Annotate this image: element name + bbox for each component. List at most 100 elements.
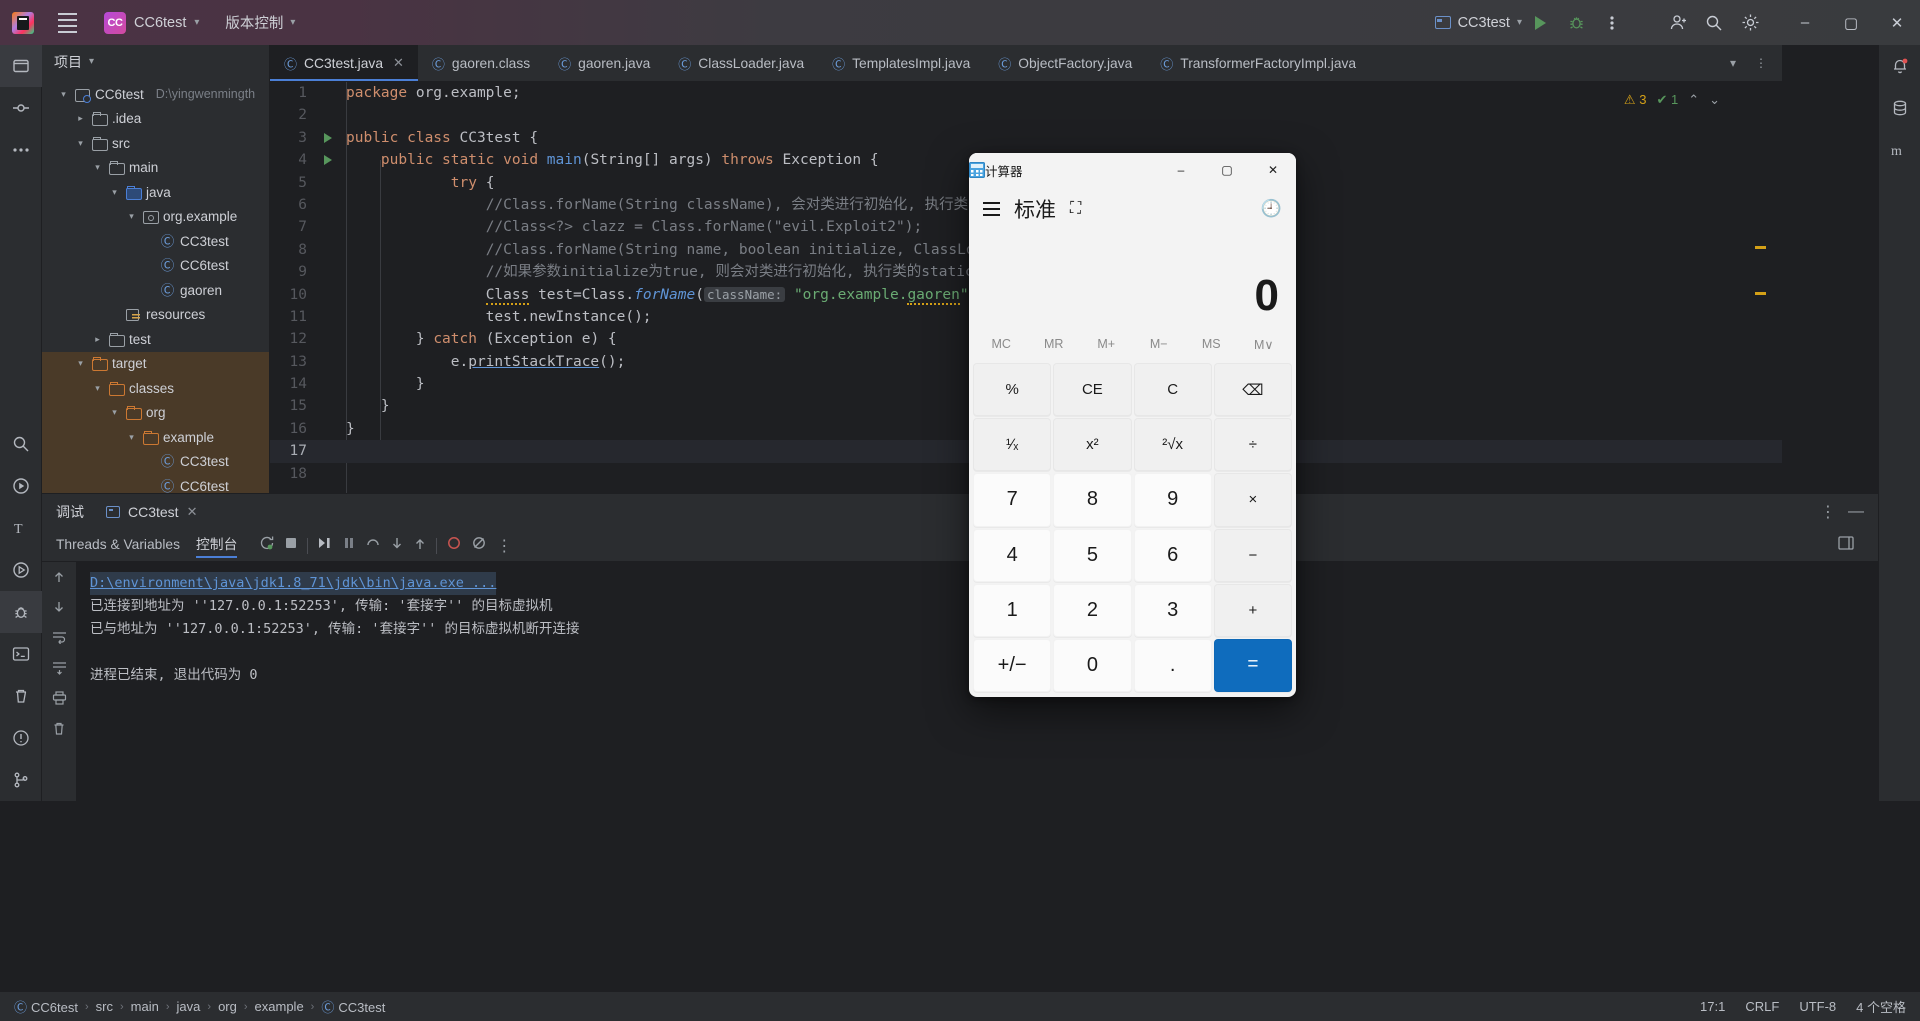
run-button[interactable] <box>1522 6 1558 40</box>
calculator-maximize-button[interactable]: ▢ <box>1204 153 1250 187</box>
tree-node-cc3test[interactable]: Ⓒ CC3test <box>42 229 269 254</box>
vcs-menu[interactable]: 版本控制 ▾ <box>225 12 295 33</box>
calc-button-x[interactable]: ²√x <box>1133 418 1212 472</box>
step-over-icon[interactable] <box>365 536 381 555</box>
chevron-down-icon[interactable]: ▾ <box>91 383 104 394</box>
file-encoding[interactable]: UTF-8 <box>1799 999 1836 1014</box>
calculator-close-button[interactable]: ✕ <box>1250 153 1296 187</box>
calc-button-0[interactable]: 0 <box>1053 638 1132 692</box>
calc-button-[interactable]: − <box>1213 528 1292 582</box>
gear-icon[interactable] <box>1732 6 1768 40</box>
tree-node-test[interactable]: ▸ test <box>42 327 269 352</box>
window-minimize-button[interactable]: – <box>1782 0 1828 45</box>
chevron-down-icon[interactable]: ▾ <box>125 211 138 222</box>
calc-button-[interactable]: % <box>973 363 1052 417</box>
tree-node-cc6test[interactable]: Ⓒ CC6test <box>42 254 269 279</box>
chevron-right-icon[interactable]: ▸ <box>74 113 87 124</box>
tool-window-find[interactable] <box>0 423 42 465</box>
calc-button-[interactable]: . <box>1133 638 1212 692</box>
calc-button-c[interactable]: C <box>1133 363 1212 417</box>
tree-node-cc6test[interactable]: ▾ CC6test D:\yingwenmingth <box>42 82 269 107</box>
step-into-icon[interactable] <box>390 536 404 556</box>
calculator-minimize-button[interactable]: – <box>1158 153 1204 187</box>
memory-button-m[interactable]: M+ <box>1080 337 1133 351</box>
tree-node-org[interactable]: ▾ org <box>42 400 269 425</box>
editor-tab-templatesimpl-java[interactable]: Ⓒ TemplatesImpl.java <box>818 45 984 81</box>
tool-window-commit[interactable] <box>0 87 42 129</box>
chevron-down-icon[interactable]: ▾ <box>91 162 104 173</box>
calc-button-6[interactable]: 6 <box>1133 528 1212 582</box>
breadcrumb-item[interactable]: main <box>131 999 159 1014</box>
debug-subtab-threads---variables[interactable]: Threads & Variables <box>56 537 180 555</box>
history-icon[interactable]: 🕘 <box>1261 199 1282 219</box>
tool-window-problems[interactable] <box>0 717 42 759</box>
project-panel-header[interactable]: 项目 ▾ <box>42 45 269 78</box>
calc-button-2[interactable]: 2 <box>1053 583 1132 637</box>
tool-window-structure[interactable]: T <box>0 507 42 549</box>
more-options-icon[interactable] <box>1594 6 1630 40</box>
tool-window-more[interactable] <box>0 129 42 171</box>
clear-console-icon[interactable] <box>52 721 66 741</box>
editor-tab-objectfactory-java[interactable]: Ⓒ ObjectFactory.java <box>984 45 1146 81</box>
calc-button-[interactable]: +/− <box>973 638 1052 692</box>
tool-window-terminal[interactable] <box>0 633 42 675</box>
chevron-right-icon[interactable]: ▸ <box>91 334 104 345</box>
next-problem-icon[interactable]: ⌄ <box>1709 92 1720 108</box>
editor-tab-transformerfactoryimpl-java[interactable]: Ⓒ TransformerFactoryImpl.java <box>1146 45 1370 81</box>
calc-button-[interactable]: ÷ <box>1213 418 1292 472</box>
tree-node-cc3test[interactable]: Ⓒ CC3test <box>42 449 269 474</box>
chevron-down-icon[interactable]: ▾ <box>74 358 87 369</box>
editor-tab-classloader-java[interactable]: Ⓒ ClassLoader.java <box>664 45 818 81</box>
database-icon[interactable] <box>1879 87 1920 129</box>
tree-node-gaoren[interactable]: Ⓒgaoren <box>42 278 269 303</box>
line-separator[interactable]: CRLF <box>1745 999 1779 1014</box>
calc-button-[interactable]: ¹∕ₓ <box>973 418 1052 472</box>
memory-button-ms[interactable]: MS <box>1185 337 1238 351</box>
debug-more-icon[interactable]: ⋮ <box>496 536 512 556</box>
editor-tab-cc3test-java[interactable]: Ⓒ CC3test.java ✕ <box>270 45 418 81</box>
calc-button-4[interactable]: 4 <box>973 528 1052 582</box>
chevron-down-icon[interactable]: ▾ <box>125 432 138 443</box>
memory-button-mc[interactable]: MC <box>975 337 1028 351</box>
account-icon[interactable] <box>1660 6 1696 40</box>
tree-node-example[interactable]: ▾ example <box>42 425 269 450</box>
breadcrumb-item[interactable]: Ⓒ CC6test <box>14 997 78 1016</box>
rerun-icon[interactable] <box>259 535 275 556</box>
tree-node-target[interactable]: ▾ target <box>42 351 269 376</box>
tool-window-trash[interactable] <box>0 675 42 717</box>
prev-problem-icon[interactable]: ⌃ <box>1688 92 1699 108</box>
calc-button-9[interactable]: 9 <box>1133 473 1212 527</box>
memory-button-m[interactable]: M− <box>1133 337 1186 351</box>
breadcrumb-item[interactable]: example <box>255 999 304 1014</box>
gutter-marker[interactable] <box>316 149 340 171</box>
breadcrumb-item[interactable]: java <box>177 999 201 1014</box>
window-maximize-button[interactable]: ▢ <box>1828 0 1874 45</box>
editor-more-icon[interactable]: ⋮ <box>1748 50 1774 76</box>
breadcrumb-item[interactable]: Ⓒ CC3test <box>321 997 385 1016</box>
tool-window-project[interactable] <box>0 45 42 87</box>
notifications-icon[interactable] <box>1879 45 1920 87</box>
calc-button-[interactable]: + <box>1213 583 1292 637</box>
chevron-down-icon[interactable]: ▾ <box>57 89 70 100</box>
window-close-button[interactable]: ✕ <box>1874 0 1920 45</box>
project-selector[interactable]: CC CC6test ▾ <box>94 9 209 37</box>
step-out-icon[interactable] <box>413 536 427 556</box>
memory-button-mr[interactable]: MR <box>1028 337 1081 351</box>
calculator-window[interactable]: 计算器 – ▢ ✕ 标准 ⛶ 🕘 0 MC MR M+ M− MS M∨ % CE C ⌫ ¹∕ₓ… <box>969 153 1296 697</box>
editor-tab-gaoren-class[interactable]: Ⓒgaoren.class <box>418 45 544 81</box>
debug-button[interactable] <box>1558 6 1594 40</box>
editor-tab-gaoren-java[interactable]: Ⓒgaoren.java <box>544 45 664 81</box>
calc-button-ce[interactable]: CE <box>1053 363 1132 417</box>
tab-list-chevron-icon[interactable]: ▾ <box>1720 50 1746 76</box>
maven-icon[interactable]: m <box>1879 129 1920 171</box>
tree-node-java[interactable]: ▾ java <box>42 180 269 205</box>
keep-on-top-icon[interactable]: ⛶ <box>1070 200 1081 218</box>
calculator-menu-icon[interactable] <box>983 202 1000 216</box>
calc-button-[interactable]: × <box>1213 473 1292 527</box>
debug-session-tab[interactable]: CC3test ✕ <box>102 504 201 520</box>
console-command-line[interactable]: D:\environment\java\jdk1.8_71\jdk\bin\ja… <box>90 572 497 595</box>
search-icon[interactable] <box>1696 6 1732 40</box>
scroll-up-icon[interactable] <box>52 570 66 589</box>
tree-node-org-example[interactable]: ▾ org.example <box>42 205 269 230</box>
tool-window-run[interactable] <box>0 465 42 507</box>
